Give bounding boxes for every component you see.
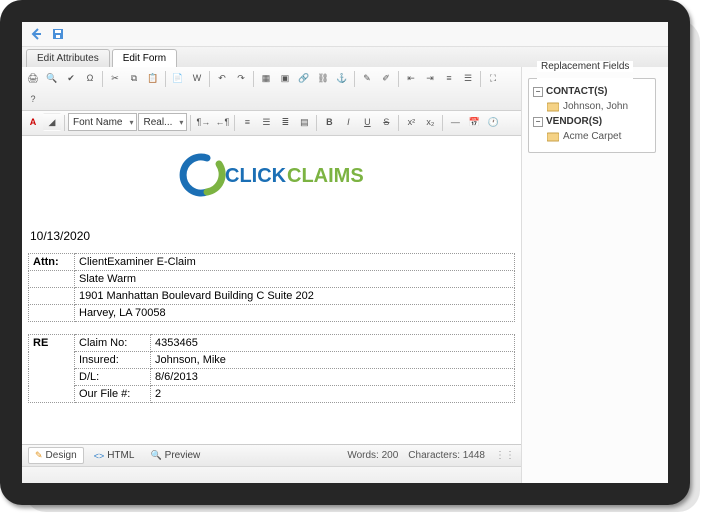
fullscreen-icon[interactable]: ⛶	[484, 69, 502, 87]
svg-text:CLAIMS: CLAIMS	[287, 165, 364, 187]
insured-label: Insured:	[75, 352, 151, 369]
paste-icon[interactable]: 📋	[144, 69, 162, 87]
cut-icon[interactable]: ✂	[106, 69, 124, 87]
field-icon	[547, 102, 559, 112]
toolbar-row-2: A ◢ Font Name Real... ¶→ ←¶ ≡ ☰ ≣ ▤ B I	[22, 111, 521, 136]
claim-no-value: 4353465	[151, 335, 515, 352]
help-icon[interactable]: ?	[24, 90, 42, 108]
rtl-icon[interactable]: ←¶	[213, 113, 231, 131]
resize-grip-icon[interactable]: ⋮⋮	[495, 450, 515, 461]
save-icon[interactable]	[50, 26, 66, 42]
editor-column: 🖨 🔍 ✔ Ω ✂ ⧉ 📋 📄 W ↶ ↷ ▦ ▣	[22, 67, 522, 483]
subscript-icon[interactable]: x₂	[421, 113, 439, 131]
attn-line1: ClientExaminer E-Claim	[75, 254, 515, 271]
hr-icon[interactable]: —	[446, 113, 464, 131]
svg-text:CLICK: CLICK	[225, 165, 287, 187]
sidebar-panel: Replacement Fields − CONTACT(S) Johnson,…	[522, 67, 662, 483]
tab-edit-form[interactable]: Edit Form	[112, 49, 177, 67]
bullet-list-icon[interactable]: ≡	[440, 69, 458, 87]
print-icon[interactable]: 🖨	[24, 69, 42, 87]
spellcheck-icon[interactable]: ✔	[62, 69, 80, 87]
redo-icon[interactable]: ↷	[232, 69, 250, 87]
attn-table: Attn: ClientExaminer E-Claim Slate Warm …	[28, 253, 515, 322]
fontcolor-icon[interactable]: A	[24, 113, 42, 131]
mode-preview-button[interactable]: 🔍 Preview	[144, 448, 206, 463]
tree-group-vendors[interactable]: − VENDOR(S)	[533, 114, 651, 129]
document-date: 10/13/2020	[30, 229, 515, 243]
font-size-select[interactable]: Real...	[138, 113, 187, 131]
format-brush-icon[interactable]: ✎	[358, 69, 376, 87]
footer-strip	[22, 466, 521, 483]
mode-html-button[interactable]: <> HTML	[88, 448, 141, 463]
align-left-icon[interactable]: ≡	[238, 113, 256, 131]
symbol-icon[interactable]: Ω	[81, 69, 99, 87]
anchor-icon[interactable]: ⚓	[333, 69, 351, 87]
find-icon[interactable]: 🔍	[43, 69, 61, 87]
insert-table-icon[interactable]: ▦	[257, 69, 275, 87]
underline-icon[interactable]: U	[358, 113, 376, 131]
tablet-frame: Edit Attributes Edit Form 🖨 🔍 ✔ Ω ✂ ⧉ 📋 …	[0, 0, 690, 505]
link-icon[interactable]: 🔗	[295, 69, 313, 87]
superscript-icon[interactable]: x²	[402, 113, 420, 131]
time-icon[interactable]: 🕐	[484, 113, 502, 131]
attn-line3: 1901 Manhattan Boulevard Building C Suit…	[75, 288, 515, 305]
logo: CLICK CLAIMS	[28, 144, 515, 215]
app-window: Edit Attributes Edit Form 🖨 🔍 ✔ Ω ✂ ⧉ 📋 …	[22, 22, 668, 483]
window-header	[22, 22, 668, 47]
outdent-icon[interactable]: ⇤	[402, 69, 420, 87]
sidebar-title: Replacement Fields	[537, 61, 633, 72]
ltr-icon[interactable]: ¶→	[194, 113, 212, 131]
tree-group-contacts[interactable]: − CONTACT(S)	[533, 84, 651, 99]
editor-canvas[interactable]: CLICK CLAIMS 10/13/2020 Attn: ClientExam…	[22, 136, 521, 444]
word-count: Words: 200	[347, 450, 398, 461]
char-count: Characters: 1448	[408, 450, 485, 461]
tree-item-contact-0[interactable]: Johnson, John	[533, 99, 651, 114]
code-icon: <>	[94, 451, 105, 461]
align-justify-icon[interactable]: ▤	[295, 113, 313, 131]
font-name-select[interactable]: Font Name	[68, 113, 137, 131]
re-label: RE	[29, 335, 75, 403]
date-icon[interactable]: 📅	[465, 113, 483, 131]
bgcolor-icon[interactable]: ◢	[43, 113, 61, 131]
mode-design-button[interactable]: ✎ Design	[28, 447, 84, 464]
clear-format-icon[interactable]: ✐	[377, 69, 395, 87]
align-right-icon[interactable]: ≣	[276, 113, 294, 131]
editor-status-bar: ✎ Design <> HTML 🔍 Preview Words: 200	[22, 444, 521, 466]
back-arrow-icon[interactable]	[28, 26, 44, 42]
tree-item-vendor-0[interactable]: Acme Carpet	[533, 129, 651, 144]
bold-icon[interactable]: B	[320, 113, 338, 131]
field-icon	[547, 132, 559, 142]
italic-icon[interactable]: I	[339, 113, 357, 131]
tab-edit-attributes[interactable]: Edit Attributes	[26, 49, 110, 67]
unlink-icon[interactable]: ⛓	[314, 69, 332, 87]
attn-line4: Harvey, LA 70058	[75, 305, 515, 322]
number-list-icon[interactable]: ☰	[459, 69, 477, 87]
replacement-fields-group: Replacement Fields − CONTACT(S) Johnson,…	[528, 73, 656, 153]
insured-value: Johnson, Mike	[151, 352, 515, 369]
paste-plain-icon[interactable]: 📄	[169, 69, 187, 87]
ourfile-label: Our File #:	[75, 386, 151, 403]
copy-icon[interactable]: ⧉	[125, 69, 143, 87]
align-center-icon[interactable]: ☰	[257, 113, 275, 131]
collapse-icon: −	[533, 117, 543, 127]
pencil-icon: ✎	[35, 450, 43, 461]
paste-word-icon[interactable]: W	[188, 69, 206, 87]
collapse-icon: −	[533, 87, 543, 97]
ourfile-value: 2	[151, 386, 515, 403]
claim-no-label: Claim No:	[75, 335, 151, 352]
strike-icon[interactable]: S	[377, 113, 395, 131]
toolbar-row-1: 🖨 🔍 ✔ Ω ✂ ⧉ 📋 📄 W ↶ ↷ ▦ ▣	[22, 67, 521, 111]
magnifier-icon: 🔍	[150, 450, 161, 461]
dl-value: 8/6/2013	[151, 369, 515, 386]
insert-img-icon[interactable]: ▣	[276, 69, 294, 87]
attn-label: Attn:	[29, 254, 75, 271]
dl-label: D/L:	[75, 369, 151, 386]
undo-icon[interactable]: ↶	[213, 69, 231, 87]
re-table: RE Claim No: 4353465 Insured: Johnson, M…	[28, 334, 515, 403]
indent-icon[interactable]: ⇥	[421, 69, 439, 87]
attn-line2: Slate Warm	[75, 271, 515, 288]
